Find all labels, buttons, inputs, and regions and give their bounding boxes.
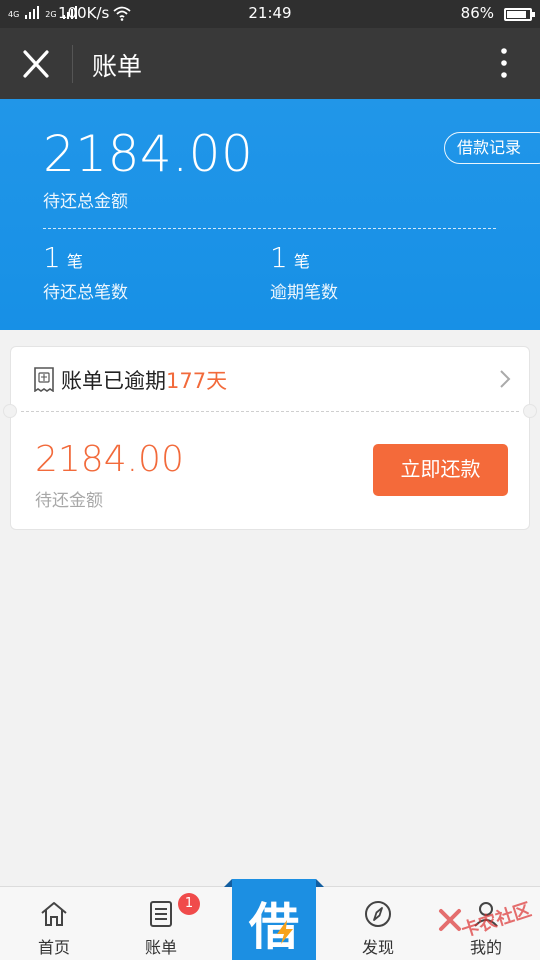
card-notch-right — [523, 404, 537, 418]
battery-icon — [504, 8, 535, 21]
more-vertical-icon[interactable] — [494, 46, 514, 80]
compass-icon — [365, 901, 391, 927]
nav-item-borrow[interactable]: 借 — [224, 879, 324, 960]
clock: 21:49 — [248, 4, 292, 22]
overdue-unit: 笔 — [293, 252, 310, 271]
bill-icon — [150, 901, 172, 927]
home-icon — [41, 902, 67, 926]
receipt-icon — [34, 367, 54, 392]
overdue-status-prefix: 账单已逾期 — [61, 369, 166, 393]
total-amount: 2184.00 — [43, 125, 254, 183]
page-title: 账单 — [92, 52, 143, 81]
pending-count-stat: 1笔 待还总笔数 — [43, 241, 128, 303]
pending-count: 1 — [43, 241, 61, 274]
nav-item-bill[interactable]: 1 账单 — [111, 887, 211, 960]
bill-badge: 1 — [178, 893, 200, 915]
loan-record-button[interactable]: 借款记录 — [444, 132, 540, 164]
overdue-status: 账单已逾期177天 — [61, 365, 227, 395]
due-amount: 2184.00 — [35, 439, 184, 480]
overdue-count-stat: 1笔 逾期笔数 — [270, 241, 338, 303]
battery-percent: 86% — [460, 4, 494, 22]
lightning-icon — [277, 920, 293, 944]
watermark-logo: 卡农社区 — [438, 898, 534, 944]
status-bar: 4G 2G 100K/s 21:49 86% — [0, 0, 540, 28]
bill-card-header[interactable]: 账单已逾期177天 — [11, 347, 529, 412]
card-divider — [21, 411, 519, 412]
pending-unit: 笔 — [66, 252, 83, 271]
close-icon[interactable] — [16, 46, 56, 82]
nav-label-bill: 账单 — [144, 938, 177, 957]
nav-item-discover[interactable]: 发现 — [328, 887, 428, 960]
nav-label-home: 首页 — [37, 938, 70, 957]
bill-card: 账单已逾期177天 2184.00 待还金额 立即还款 — [3, 346, 537, 530]
due-amount-label: 待还金额 — [35, 491, 103, 511]
overdue-count: 1 — [270, 241, 288, 274]
watermark-text: 卡农社区 — [458, 899, 534, 942]
bill-summary: 2184.00 待还总金额 借款记录 1笔 待还总笔数 1笔 逾期笔数 — [0, 99, 540, 330]
pending-count-label: 待还总笔数 — [43, 283, 128, 303]
total-amount-label: 待还总金额 — [43, 192, 128, 212]
chevron-right-icon — [500, 370, 511, 388]
overdue-count-label: 逾期笔数 — [270, 283, 338, 303]
repay-now-button[interactable]: 立即还款 — [373, 444, 508, 496]
titlebar-divider — [72, 45, 73, 83]
nav-item-home[interactable]: 首页 — [4, 887, 104, 960]
summary-divider — [43, 228, 496, 229]
card-notch-left — [3, 404, 17, 418]
nav-label-discover: 发现 — [361, 938, 394, 957]
app-titlebar: 账单 — [0, 28, 540, 99]
overdue-days: 177天 — [166, 369, 228, 393]
